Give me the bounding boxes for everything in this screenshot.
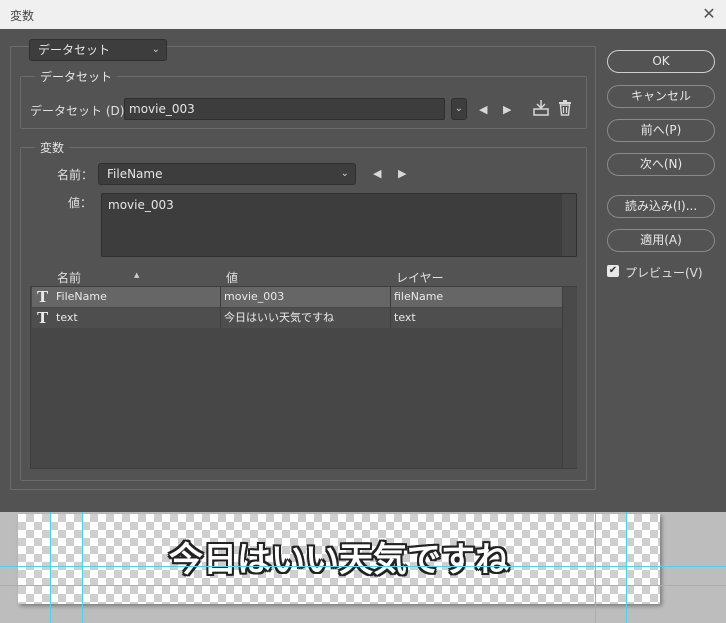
column-header-layer[interactable]: レイヤー xyxy=(396,269,444,286)
dataset-group-title: データセット xyxy=(35,68,118,85)
previous-variable-icon[interactable]: ◀ xyxy=(373,167,381,181)
column-header-value[interactable]: 値 xyxy=(226,269,238,286)
previous-dataset-icon[interactable]: ◀ xyxy=(479,103,487,117)
chevron-down-icon: ⌄ xyxy=(340,168,349,179)
guide-line xyxy=(0,585,726,586)
variables-table: T FileName movie_003 fileName T text 今日は… xyxy=(30,286,577,469)
table-row[interactable]: T FileName movie_003 fileName xyxy=(32,287,562,307)
cell-name: FileName xyxy=(53,287,221,307)
new-dataset-icon[interactable] xyxy=(532,99,550,117)
dataset-name-field[interactable]: movie_003 xyxy=(124,98,445,120)
table-scrollbar[interactable] xyxy=(562,287,577,468)
preview-checkbox[interactable]: ✔ xyxy=(607,265,619,277)
document-canvas: 今日はいい天気ですね xyxy=(18,514,660,604)
guide-line xyxy=(595,512,596,623)
mode-dropdown-value: データセット xyxy=(38,43,111,57)
guide-line xyxy=(50,512,51,623)
value-scrollbar[interactable] xyxy=(562,194,576,256)
canvas-text-layer: 今日はいい天気ですね xyxy=(169,540,509,580)
variables-dialog: データセット ⌄ データセット データセット (D)： movie_003 ⌄ … xyxy=(0,29,726,512)
chevron-down-icon: ⌄ xyxy=(454,103,463,114)
text-layer-icon: T xyxy=(37,288,49,306)
preview-label: プレビュー(V) xyxy=(625,266,703,280)
sort-ascending-icon: ▲ xyxy=(134,271,140,279)
cell-value: 今日はいい天気ですね xyxy=(221,308,391,328)
import-button[interactable]: 読み込み(I)... xyxy=(607,195,715,218)
variable-value-text: movie_003 xyxy=(108,198,174,212)
ok-button[interactable]: OK xyxy=(607,50,715,73)
dataset-label: データセット (D)： xyxy=(30,104,137,118)
cancel-button[interactable]: キャンセル xyxy=(607,85,715,108)
cell-name: text xyxy=(53,308,221,328)
cell-layer: text xyxy=(394,311,416,324)
apply-button[interactable]: 適用(A) xyxy=(607,229,715,252)
trash-icon[interactable] xyxy=(558,100,572,116)
table-row[interactable]: T text 今日はいい天気ですね text xyxy=(32,308,562,328)
close-icon[interactable]: ✕ xyxy=(700,5,718,23)
guide-line xyxy=(0,566,726,567)
next-button[interactable]: 次へ(N) xyxy=(607,153,715,176)
mode-dropdown[interactable]: データセット ⌄ xyxy=(29,39,167,61)
chevron-down-icon: ⌄ xyxy=(151,44,160,55)
variable-value-field[interactable]: movie_003 xyxy=(101,193,577,257)
previous-button[interactable]: 前へ(P) xyxy=(607,119,715,142)
variables-group-title: 変数 xyxy=(35,139,70,156)
name-label: 名前： xyxy=(57,168,94,182)
dialog-titlebar: 変数 ✕ xyxy=(0,0,726,29)
next-variable-icon[interactable]: ▶ xyxy=(398,167,406,181)
column-header-name[interactable]: 名前 xyxy=(57,269,81,286)
cell-layer: fileName xyxy=(394,290,444,303)
table-header: 名前 ▲ 値 レイヤー xyxy=(30,267,577,285)
cell-value: movie_003 xyxy=(221,287,391,307)
variable-name-dropdown[interactable]: FileName ⌄ xyxy=(98,163,356,185)
variable-name-value: FileName xyxy=(107,167,163,181)
next-dataset-icon[interactable]: ▶ xyxy=(503,103,511,117)
dialog-title: 変数 xyxy=(10,9,35,23)
guide-line xyxy=(626,512,627,623)
guide-line xyxy=(82,512,83,623)
value-label: 値： xyxy=(68,196,93,210)
text-layer-icon: T xyxy=(37,309,49,327)
dataset-dropdown-button[interactable]: ⌄ xyxy=(451,98,467,120)
